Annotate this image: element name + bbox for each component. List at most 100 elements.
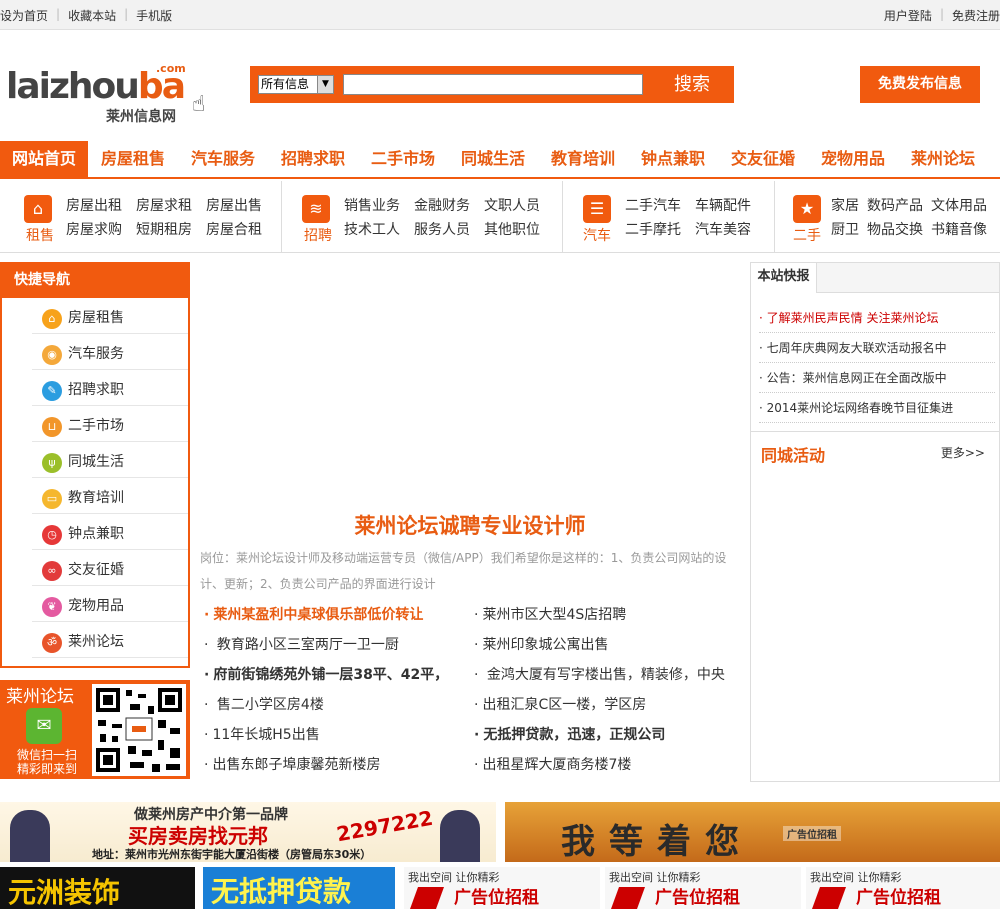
category-label[interactable]: 二手 [787,225,827,245]
cart-icon: ⊔ [42,417,62,437]
category-link[interactable]: 金融财务 [414,195,472,215]
sidebar-item-education[interactable]: ▭ 教育培训 [32,478,188,514]
category-link[interactable]: 二手摩托 [625,219,683,239]
category-link[interactable]: 数码产品 [867,195,925,215]
category-link[interactable]: 物品交换 [867,219,925,239]
category-link[interactable]: 家居 [831,195,861,215]
site-news-item[interactable]: · 了解莱州民声民情 关注莱州论坛 [759,303,995,333]
news-item[interactable]: · 莱州印象城公寓出售 [470,630,740,660]
ad-banner-realestate[interactable]: 做莱州房产中介第一品牌 买房卖房找元邦 地址：莱州市光州东街宇能大厦沿街楼（房管… [0,802,496,862]
category-link[interactable]: 房屋出售 [206,195,264,215]
news-item[interactable]: · 教育路小区三室两厅一卫一厨 [200,630,470,660]
category-label[interactable]: 汽车 [577,225,617,245]
news-item[interactable]: · 出租汇泉C区一楼，学区房 [470,690,740,720]
login-link[interactable]: 用户登陆 [884,7,932,24]
right-panel: 本站快报 · 了解莱州民声民情 关注莱州论坛 · 七周年庆典网友大联欢活动报名中… [750,262,1000,782]
bookmark-link[interactable]: 收藏本站 [68,7,116,24]
ad-slot[interactable]: 我出空间 让你精彩 广告位招租 [605,867,801,909]
more-link[interactable]: 更多>> [941,444,985,461]
news-item[interactable]: · 金鸿大厦有写字楼出售，精装修，中央 [470,660,740,690]
category-link[interactable]: 房屋出租 [66,195,124,215]
banner-text: 我等着您 [561,822,753,862]
news-item[interactable]: · 出租星辉大厦商务楼7楼 [470,750,740,780]
category-link[interactable]: 汽车美容 [695,219,753,239]
nav-car[interactable]: 汽车服务 [178,141,268,177]
banner-text: 无抵押贷款 [211,875,352,908]
ad-banner-loan[interactable]: 无抵押贷款 [203,867,395,909]
ad-banner-decoration[interactable]: 元洲装饰 [0,867,195,909]
news-item[interactable]: · 售二小学区房4楼 [200,690,470,720]
logo-subtitle: 莱州信息网 [106,109,176,125]
banner-text: 广告位招租 [783,826,841,841]
search-button[interactable]: 搜索 [650,66,734,103]
site-news-item[interactable]: · 公告：莱州信息网正在全面改版中 [759,363,995,393]
pen-icon: ✎ [42,381,62,401]
mobile-link[interactable]: 手机版 [136,7,172,24]
nav-jobs[interactable]: 招聘求职 [268,141,358,177]
category-link[interactable]: 车辆配件 [695,195,753,215]
nav-dating[interactable]: 交友征婚 [718,141,808,177]
site-news-list: · 了解莱州民声民情 关注莱州论坛 · 七周年庆典网友大联欢活动报名中 · 公告… [759,303,995,423]
nav-parttime[interactable]: 钟点兼职 [628,141,718,177]
top-bar: 设为首页 | 收藏本站 | 手机版 用户登陆 | 免费注册 [0,0,1000,30]
site-news-item[interactable]: · 七周年庆典网友大联欢活动报名中 [759,333,995,363]
sidebar-item-pets[interactable]: ❦ 宠物用品 [32,586,188,622]
sidebar-item-dating[interactable]: ∞ 交友征婚 [32,550,188,586]
category-link[interactable]: 二手汽车 [625,195,683,215]
category-link[interactable]: 服务人员 [414,219,472,239]
category-link[interactable]: 书籍音像 [931,219,989,239]
chevron-down-icon: ▼ [317,76,333,93]
home-icon: ⌂ [24,195,52,223]
news-item[interactable]: · 出售东郎子埠康馨苑新楼房 [200,750,470,780]
set-home-link[interactable]: 设为首页 [0,7,48,24]
site-logo[interactable]: laizhouba .com 莱州信息网 ☝ [6,62,221,125]
category-label[interactable]: 租售 [20,225,60,245]
news-item[interactable]: · 无抵押贷款，迅速，正规公司 [470,720,740,750]
sidebar-item-parttime[interactable]: ◷ 钟点兼职 [32,514,188,550]
news-item[interactable]: · 11年长城H5出售 [200,720,470,750]
ad-slot[interactable]: 我出空间 让你精彩 广告位招租 [806,867,1000,909]
category-link[interactable]: 其他职位 [484,219,542,239]
sidebar-item-secondhand[interactable]: ⊔ 二手市场 [32,406,188,442]
category-link[interactable]: 文体用品 [931,195,989,215]
category-link[interactable]: 厨卫 [831,219,861,239]
register-link[interactable]: 免费注册 [952,7,1000,24]
site-news-item[interactable]: · 2014莱州论坛网络春晚节目征集进 [759,393,995,423]
nav-life[interactable]: 同城生活 [448,141,538,177]
nav-education[interactable]: 教育培训 [538,141,628,177]
recruit-headline[interactable]: 莱州论坛诚聘专业设计师 [200,510,740,540]
category-link[interactable]: 短期租房 [136,219,194,239]
hand-pointer-icon: ☝ [192,92,206,117]
tab-site-news[interactable]: 本站快报 [751,263,817,293]
banner-text: 元洲装饰 [8,876,121,909]
news-item[interactable]: · 府前街锦绣苑外铺一层38平、42平， [200,660,470,690]
ad-banner-waiting[interactable]: 我等着您 广告位招租 [505,802,1000,862]
sidebar-item-jobs[interactable]: ✎ 招聘求职 [32,370,188,406]
nav-forum[interactable]: 莱州论坛 [898,141,988,177]
rings-icon: ∞ [42,561,62,581]
publish-button[interactable]: 免费发布信息 [860,66,980,103]
nav-pets[interactable]: 宠物用品 [808,141,898,177]
quick-nav-title: 快捷导航 [2,262,188,298]
search-category-select[interactable]: 所有信息 ▼ [258,75,334,94]
category-link[interactable]: 房屋求租 [136,195,194,215]
category-link[interactable]: 文职人员 [484,195,542,215]
category-link[interactable]: 销售业务 [344,195,402,215]
sidebar-item-housing[interactable]: ⌂ 房屋租售 [32,298,188,334]
news-item[interactable]: · 莱州某盈利中桌球俱乐部低价转让 [200,600,470,630]
category-label[interactable]: 招聘 [298,225,338,245]
sidebar-item-life[interactable]: ψ 同城生活 [32,442,188,478]
category-link[interactable]: 技术工人 [344,219,402,239]
category-link[interactable]: 房屋合租 [206,219,264,239]
category-jobs: ≋ 招聘 销售业务 金融财务 文职人员 技术工人 服务人员 其他职位 [282,181,563,253]
ad-slot[interactable]: 我出空间 让你精彩 广告位招租 [404,867,600,909]
sidebar-item-car[interactable]: ◉ 汽车服务 [32,334,188,370]
sidebar-item-label: 同城生活 [68,454,124,470]
category-link[interactable]: 房屋求购 [66,219,124,239]
news-item[interactable]: · 莱州市区大型4S店招聘 [470,600,740,630]
search-input[interactable] [343,74,643,95]
nav-housing[interactable]: 房屋租售 [88,141,178,177]
nav-secondhand[interactable]: 二手市场 [358,141,448,177]
sidebar-item-forum[interactable]: ॐ 莱州论坛 [32,622,188,658]
nav-home[interactable]: 网站首页 [0,141,88,177]
